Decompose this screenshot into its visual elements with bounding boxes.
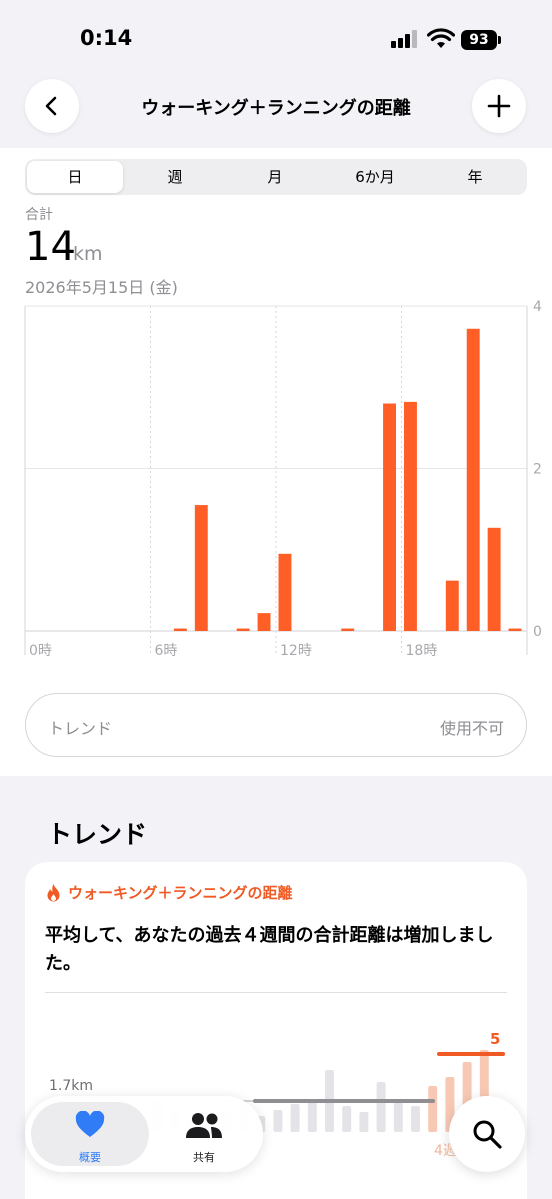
hourly-distance-chart[interactable]: 0時 6時 12時 18時 4 2 0 xyxy=(0,298,552,668)
period-segmented-control: 日 週 月 6か月 年 xyxy=(25,159,527,195)
search-button[interactable] xyxy=(449,1096,525,1172)
plus-icon xyxy=(487,94,511,118)
tab-year[interactable]: 年 xyxy=(426,161,524,193)
trend-mini-bar xyxy=(376,1082,386,1132)
people-icon xyxy=(186,1113,222,1138)
trend-status: 使用不可 xyxy=(439,719,504,738)
add-data-button[interactable] xyxy=(472,79,526,133)
navigation-bar: ウォーキング＋ランニングの距離 xyxy=(0,70,552,148)
trends-section-title: トレンド xyxy=(47,820,148,849)
tab-sharing[interactable]: 共有 xyxy=(151,1102,257,1166)
trend-mini-bar xyxy=(393,1102,403,1132)
tab-week[interactable]: 週 xyxy=(126,161,224,193)
date-label: 2026年5月15日 (金) xyxy=(25,278,178,297)
chart-bar-hour-7 xyxy=(173,628,187,631)
total-unit: km xyxy=(73,243,103,265)
y-tick-label: 0 xyxy=(533,624,542,640)
chart-bar-hour-23 xyxy=(508,628,522,631)
tab-month[interactable]: 月 xyxy=(226,161,324,193)
heart-icon xyxy=(75,1111,105,1137)
trend-mini-bar xyxy=(359,1112,369,1132)
chart-bar-hour-17 xyxy=(383,403,396,631)
x-tick-label: 12時 xyxy=(280,643,312,659)
wifi-icon xyxy=(427,28,455,48)
status-bar: 0:14 93 xyxy=(0,0,552,70)
trend-button-label: トレンド xyxy=(48,719,113,738)
status-time: 0:14 xyxy=(80,26,133,50)
health-app-screen: 0:14 93 ウォーキング＋ランニングの距離 日 週 月 6か月 年 合計 1… xyxy=(0,0,552,1199)
page-title: ウォーキング＋ランニングの距離 xyxy=(141,98,411,119)
chart-bar-hour-8 xyxy=(194,505,208,631)
distance-detail-panel: 日 週 月 6か月 年 合計 14 km 2026年5月15日 (金) 0時 6時… xyxy=(0,148,552,776)
x-tick-label: 0時 xyxy=(29,643,52,659)
trend-card-header: ウォーキング＋ランニングの距離 xyxy=(45,882,293,903)
chart-bar-hour-22 xyxy=(487,527,501,631)
trend-average-label: 1.7km xyxy=(49,1078,94,1094)
back-button[interactable] xyxy=(25,79,79,133)
x-tick-label: 18時 xyxy=(406,643,438,659)
tab-sharing-label: 共有 xyxy=(193,1151,215,1164)
trend-mini-bar xyxy=(290,1104,300,1132)
chart-bar-hour-12 xyxy=(278,553,292,631)
cellular-signal-icon xyxy=(391,30,419,48)
y-tick-label: 2 xyxy=(533,462,542,478)
magnifier-icon xyxy=(473,1120,502,1149)
tab-summary-label: 概要 xyxy=(79,1151,101,1164)
chart-bar-hour-20 xyxy=(445,580,459,631)
chart-bar-hour-10 xyxy=(236,628,250,631)
tab-summary[interactable]: 概要 xyxy=(31,1102,149,1166)
trend-mini-bar xyxy=(273,1110,283,1132)
tab-bar: 概要 共有 xyxy=(25,1096,263,1172)
y-tick-label: 4 xyxy=(533,299,542,315)
trend-mini-bar xyxy=(428,1086,438,1132)
trend-mini-bar xyxy=(307,1102,317,1132)
trend-description: 平均して、あなたの過去４週間の合計距離は増加しました。 xyxy=(45,925,494,974)
flame-icon xyxy=(47,883,60,901)
chart-bar-hour-11 xyxy=(257,613,271,631)
chevron-left-icon xyxy=(45,96,57,116)
trend-metric-name: ウォーキング＋ランニングの距離 xyxy=(68,884,293,902)
trend-mini-bar xyxy=(342,1106,352,1132)
trend-mini-bar xyxy=(411,1106,420,1132)
tab-six-months[interactable]: 6か月 xyxy=(326,161,424,193)
trend-button[interactable]: トレンド 使用不可 xyxy=(25,693,527,757)
x-tick-label: 6時 xyxy=(155,643,178,659)
chart-bar-hour-15 xyxy=(341,628,355,631)
battery-tip xyxy=(498,36,501,44)
total-label: 合計 xyxy=(25,207,53,223)
battery-indicator: 93 xyxy=(461,30,497,50)
chart-bar-hour-21 xyxy=(466,328,480,631)
chart-bar-hour-18 xyxy=(404,401,417,631)
card-divider xyxy=(45,992,507,993)
trend-current-value: 5 xyxy=(490,1030,501,1048)
total-value: 14 xyxy=(25,224,76,270)
tab-day[interactable]: 日 xyxy=(27,161,123,193)
